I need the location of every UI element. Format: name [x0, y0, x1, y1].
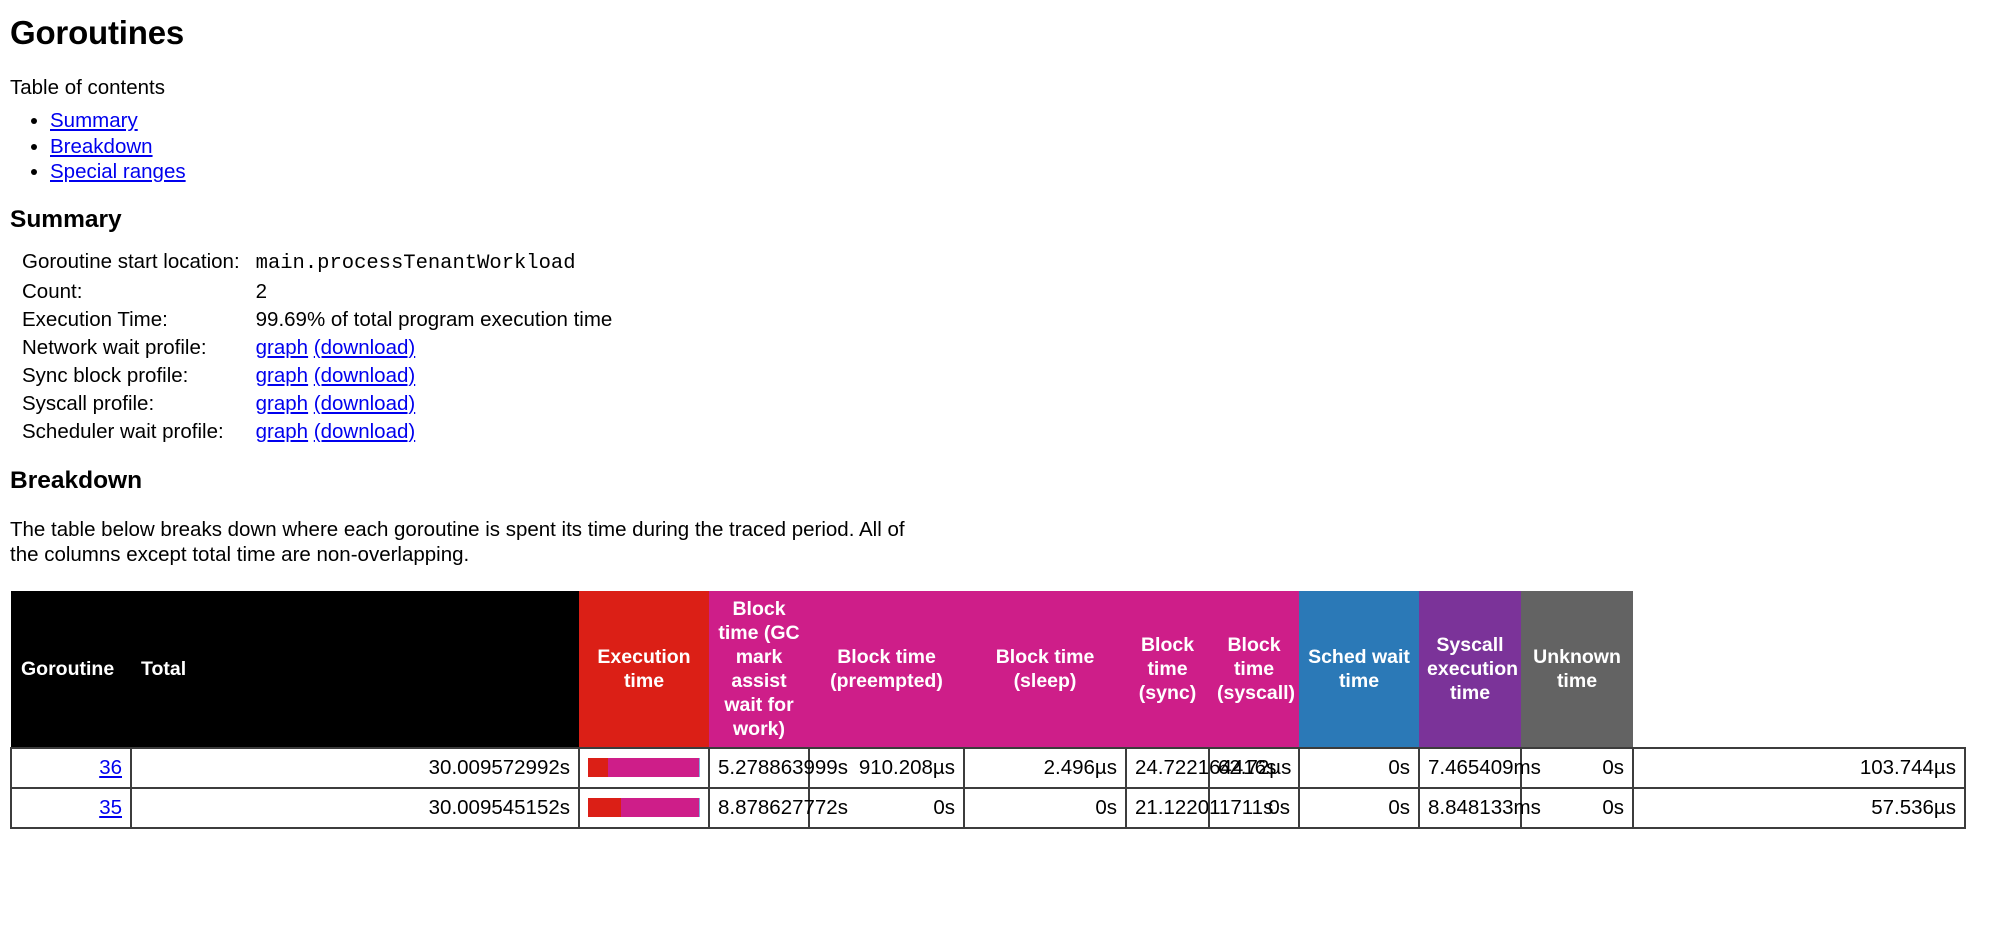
breakdown-tbody: 36 30.009572992s 5.278863999s 910.208µs …: [10, 746, 1966, 829]
column-header-goroutine: Goroutine: [11, 590, 131, 748]
column-header-total: Total: [131, 590, 579, 748]
column-header-syscall-execution-time: Syscall execution time: [1419, 590, 1521, 748]
summary-value-start-location: main.processTenantWorkload: [255, 251, 576, 275]
column-header-unknown-time: Unknown time: [1521, 590, 1633, 748]
table-row: Syscall profile: graph (download): [22, 390, 612, 418]
page-root: Goroutines Table of contents Summary Bre…: [0, 14, 2000, 829]
toc-link-special-ranges[interactable]: Special ranges: [50, 160, 186, 183]
page-title: Goroutines: [10, 14, 185, 51]
bar-segment-block: [621, 798, 699, 817]
summary-key: Scheduler wait profile:: [22, 419, 224, 443]
network-wait-profile-links: graph (download): [256, 334, 613, 362]
list-item: Breakdown: [50, 134, 1990, 160]
column-header-block-time-sleep: Block time (sleep): [964, 590, 1126, 748]
column-header-block-time-gc-mark-assist: Block time (GC mark assist wait for work…: [709, 590, 809, 748]
bar-segment-block: [607, 758, 699, 777]
column-header-block-time-syscall: Block time (syscall): [1209, 590, 1299, 748]
time-breakdown-bar: [588, 758, 700, 777]
toc-link-summary[interactable]: Summary: [50, 109, 138, 132]
unknown-time-cell: 103.744µs: [1632, 746, 1966, 789]
goroutine-link[interactable]: 35: [99, 796, 122, 819]
download-link[interactable]: (download): [314, 392, 415, 415]
table-row: Count: 2: [22, 278, 612, 306]
block-sleep-cell: 24.722164416s: [1125, 746, 1276, 789]
table-of-contents: Summary Breakdown Special ranges: [10, 108, 1990, 185]
block-sleep-cell: 21.122011711s: [1125, 786, 1273, 829]
summary-key: Sync block profile:: [22, 363, 189, 387]
column-header-sched-wait-time: Sched wait time: [1299, 590, 1419, 748]
block-preempted-cell: 0s: [963, 786, 1127, 829]
table-row: Goroutine start location: main.processTe…: [22, 248, 612, 278]
column-header-execution-time: Execution time: [579, 590, 709, 748]
summary-key: Syscall profile:: [22, 391, 155, 415]
download-link[interactable]: (download): [314, 420, 415, 443]
column-header-block-time-sync: Block time (sync): [1126, 590, 1209, 748]
goroutine-link[interactable]: 36: [99, 756, 122, 779]
sched-wait-cell: 7.465409ms: [1418, 746, 1541, 789]
bar-segment-execution: [588, 798, 622, 817]
table-row: 36 30.009572992s 5.278863999s 910.208µs …: [10, 746, 1966, 789]
graph-link[interactable]: graph: [256, 364, 308, 387]
block-syscall-cell: 0s: [1298, 746, 1420, 789]
breakdown-thead: Goroutine Total Execution time Block tim…: [11, 590, 1965, 748]
total-time-cell: 30.009545152s: [130, 786, 580, 829]
download-link[interactable]: (download): [314, 364, 415, 387]
execution-time-cell: 8.878627772s: [708, 786, 848, 829]
list-item: Special ranges: [50, 159, 1990, 185]
breakdown-header-row: Goroutine Total Execution time Block tim…: [11, 590, 1965, 748]
toc-link-breakdown[interactable]: Breakdown: [50, 135, 153, 158]
block-syscall-cell: 0s: [1298, 786, 1420, 829]
time-breakdown-bar: [588, 798, 700, 817]
download-link[interactable]: (download): [314, 336, 415, 359]
summary-heading: Summary: [10, 205, 122, 233]
sync-block-profile-links: graph (download): [256, 362, 613, 390]
bar-segment-execution: [588, 758, 608, 777]
summary-key: Count:: [22, 279, 83, 303]
summary-key: Network wait profile:: [22, 335, 207, 359]
table-row: Scheduler wait profile: graph (download): [22, 418, 612, 446]
total-time-cell: 30.009572992s: [130, 746, 580, 789]
list-item: Summary: [50, 108, 1990, 134]
time-breakdown-bar-cell: [578, 786, 710, 829]
graph-link[interactable]: graph: [256, 392, 308, 415]
graph-link[interactable]: graph: [256, 420, 308, 443]
sched-wait-cell: 8.848133ms: [1418, 786, 1541, 829]
summary-key: Execution Time:: [22, 307, 168, 331]
summary-key: Goroutine start location:: [22, 249, 240, 273]
goroutine-id-cell: 35: [10, 786, 132, 829]
syscall-profile-links: graph (download): [256, 390, 613, 418]
toc-label: Table of contents: [10, 76, 165, 99]
scheduler-wait-profile-links: graph (download): [256, 418, 613, 446]
bar-segment-sched-wait: [699, 758, 700, 777]
goroutine-id-cell: 36: [10, 746, 132, 789]
execution-time-cell: 5.278863999s: [708, 746, 848, 789]
bar-segment-sched-wait: [699, 798, 700, 817]
column-header-block-time-preempted: Block time (preempted): [809, 590, 964, 748]
table-row: Network wait profile: graph (download): [22, 334, 612, 362]
table-row: 35 30.009545152s 8.878627772s 0s 0s 21.1…: [10, 786, 1966, 829]
summary-table: Goroutine start location: main.processTe…: [22, 248, 612, 446]
block-sync-cell: 62.72µs: [1208, 746, 1300, 789]
summary-value-execution-time: 99.69% of total program execution time: [255, 307, 613, 331]
block-preempted-cell: 2.496µs: [963, 746, 1127, 789]
goroutine-breakdown-table: Goroutine Total Execution time Block tim…: [10, 590, 1966, 829]
graph-link[interactable]: graph: [256, 336, 308, 359]
table-row: Sync block profile: graph (download): [22, 362, 612, 390]
unknown-time-cell: 57.536µs: [1632, 786, 1966, 829]
time-breakdown-bar-cell: [578, 746, 710, 789]
breakdown-heading: Breakdown: [10, 466, 143, 494]
summary-value-count: 2: [255, 279, 268, 303]
breakdown-description: The table below breaks down where each g…: [10, 517, 905, 566]
table-row: Execution Time: 99.69% of total program …: [22, 306, 612, 334]
